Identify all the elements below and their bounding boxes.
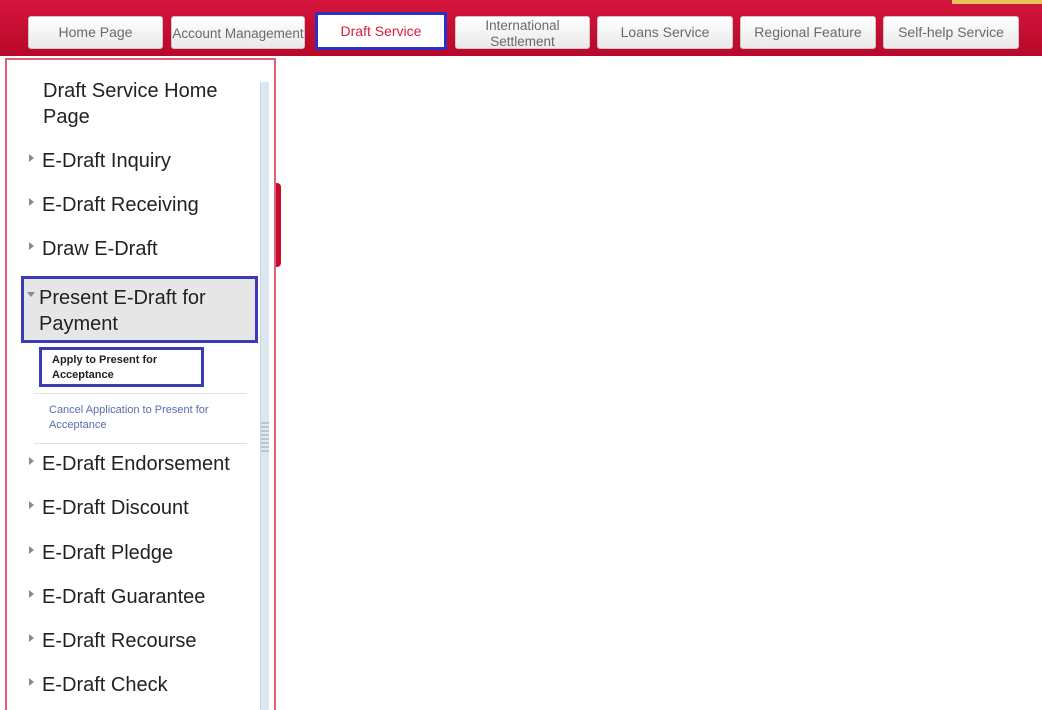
scrollbar-thumb[interactable] (261, 422, 269, 454)
tab-regional-feature[interactable]: Regional Feature (740, 16, 876, 49)
accent-strip (952, 0, 1042, 4)
chevron-down-icon (27, 292, 35, 297)
sidebar-item-e-draft-check[interactable]: E-Draft Check (29, 674, 168, 697)
sidebar-item-label: E-Draft Pledge (42, 542, 174, 564)
sidebar-item-label: Draw E-Draft (42, 238, 158, 260)
sidebar-scrollbar[interactable] (260, 82, 269, 710)
sidebar-item-e-draft-pledge[interactable]: E-Draft Pledge (29, 542, 173, 565)
chevron-right-icon (29, 590, 34, 598)
sidebar-home-link[interactable]: Draft Service Home Page (43, 78, 243, 130)
sidebar-item-e-draft-receiving[interactable]: E-Draft Receiving (29, 194, 199, 217)
divider (34, 393, 247, 394)
sidebar-menu: Draft Service Home Page E-Draft Inquiry … (5, 58, 276, 710)
sidebar-item-label: E-Draft Guarantee (42, 586, 206, 608)
sidebar-item-draw-e-draft[interactable]: Draw E-Draft (29, 238, 158, 261)
sidebar-item-e-draft-inquiry[interactable]: E-Draft Inquiry (29, 150, 171, 173)
chevron-right-icon (29, 242, 34, 250)
chevron-right-icon (29, 457, 34, 465)
divider (34, 443, 247, 444)
chevron-right-icon (29, 678, 34, 686)
sidebar-item-label: Present E-Draft for Payment (39, 287, 206, 335)
sidebar-item-label: E-Draft Inquiry (42, 150, 171, 172)
chevron-right-icon (29, 501, 34, 509)
sidebar-item-label: E-Draft Check (42, 674, 168, 696)
chevron-right-icon (29, 546, 34, 554)
chevron-right-icon (29, 154, 34, 162)
sidebar-item-e-draft-endorsement[interactable]: E-Draft Endorsement (29, 453, 230, 476)
sidebar-item-present-e-draft-for-payment[interactable]: Present E-Draft for Payment (21, 276, 258, 343)
tab-loans-service[interactable]: Loans Service (597, 16, 733, 49)
chevron-right-icon (29, 634, 34, 642)
sidebar-item-label: E-Draft Discount (42, 497, 189, 519)
sidebar-item-label: E-Draft Endorsement (42, 453, 230, 475)
sidebar-item-e-draft-recourse[interactable]: E-Draft Recourse (29, 630, 197, 653)
tab-home-page[interactable]: Home Page (28, 16, 163, 49)
chevron-right-icon (29, 198, 34, 206)
top-nav-bar: Home Page Account Management Draft Servi… (0, 0, 1042, 56)
tab-account-management[interactable]: Account Management (171, 16, 305, 49)
sidebar-item-label: E-Draft Receiving (42, 194, 199, 216)
submenu-cancel-application[interactable]: Cancel Application to Present for Accept… (49, 403, 249, 433)
submenu-apply-to-present-for-acceptance[interactable]: Apply to Present for Acceptance (39, 347, 204, 387)
sidebar-item-e-draft-guarantee[interactable]: E-Draft Guarantee (29, 586, 205, 609)
tab-draft-service[interactable]: Draft Service (315, 12, 447, 50)
sidebar-item-e-draft-discount[interactable]: E-Draft Discount (29, 497, 189, 520)
sidebar-item-label: E-Draft Recourse (42, 630, 197, 652)
tab-international-settlement[interactable]: International Settlement (455, 16, 590, 49)
tab-self-help-service[interactable]: Self-help Service (883, 16, 1019, 49)
